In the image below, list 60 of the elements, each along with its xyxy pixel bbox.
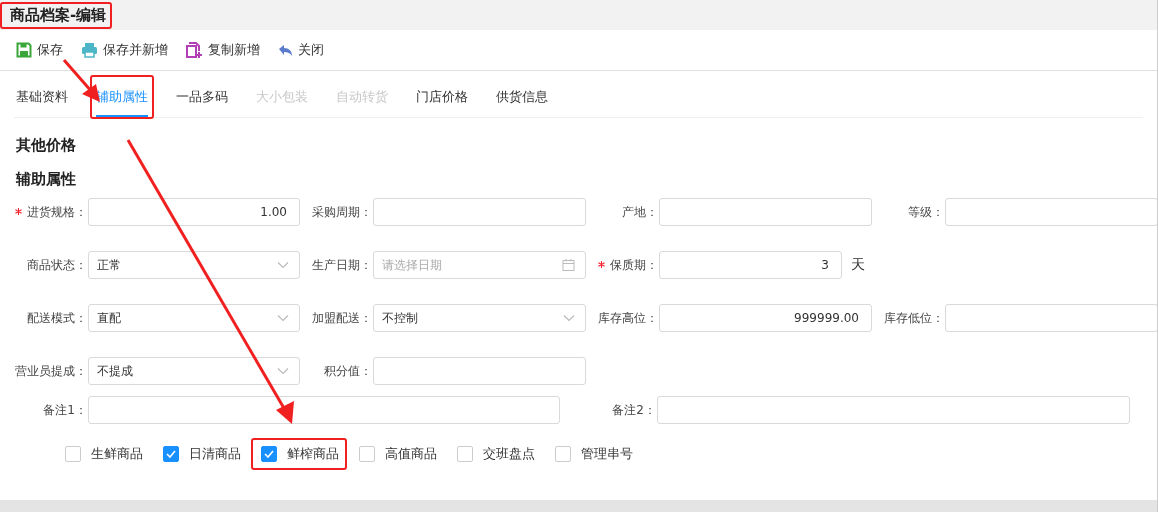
input-field[interactable]: 不控制 bbox=[373, 304, 586, 332]
check-icon bbox=[264, 450, 274, 458]
field-label: 库存高位： bbox=[597, 309, 658, 327]
checkbox[interactable]: 日清商品 bbox=[161, 444, 243, 464]
field-label: 备注2： bbox=[611, 401, 656, 419]
field-label: 积分值： bbox=[323, 362, 372, 380]
input-field[interactable] bbox=[659, 198, 872, 226]
field-label: 生产日期： bbox=[311, 256, 372, 274]
printer-icon bbox=[81, 42, 98, 58]
checkbox[interactable]: 交班盘点 bbox=[455, 444, 537, 464]
field-label: 等级： bbox=[907, 203, 944, 221]
field-label: 配送模式： bbox=[26, 309, 87, 327]
field-label: 营业员提成： bbox=[14, 362, 87, 380]
field-label: 采购周期： bbox=[311, 203, 372, 221]
section-heading: 辅助属性 bbox=[16, 170, 77, 188]
field-label: 备注1： bbox=[42, 401, 87, 419]
field-label: 产地： bbox=[621, 203, 658, 221]
checkbox[interactable]: 高值商品 bbox=[357, 444, 439, 464]
input-field[interactable] bbox=[373, 198, 586, 226]
field-label: 商品状态： bbox=[26, 256, 87, 274]
unit-label: 天 bbox=[851, 256, 865, 274]
chevron-down-icon bbox=[277, 261, 289, 269]
window-title: 商品档案-编辑 bbox=[10, 5, 107, 25]
toolbar-button[interactable]: 保存并新增 bbox=[79, 39, 170, 61]
chevron-down-icon bbox=[277, 314, 289, 322]
required-asterisk-icon bbox=[598, 260, 605, 268]
field-label: 库存低位： bbox=[883, 309, 944, 327]
required-asterisk-icon bbox=[15, 207, 22, 215]
input-field[interactable]: 正常 bbox=[88, 251, 300, 279]
copy-icon bbox=[186, 41, 203, 59]
calendar-icon bbox=[562, 258, 575, 272]
input-field[interactable] bbox=[657, 396, 1130, 424]
field-label: 进货规格： bbox=[0, 203, 87, 221]
tab[interactable]: 供货信息 bbox=[496, 79, 548, 117]
tab[interactable]: 基础资料 bbox=[16, 79, 68, 117]
chevron-down-icon bbox=[277, 367, 289, 375]
toolbar-button[interactable]: 复制新增 bbox=[184, 39, 262, 61]
checkbox[interactable]: 生鲜商品 bbox=[63, 444, 145, 464]
input-field[interactable]: 1.00 bbox=[88, 198, 300, 226]
checkbox[interactable]: 鲜榨商品 bbox=[259, 444, 341, 464]
save-icon bbox=[16, 42, 32, 58]
input-field[interactable]: 不提成 bbox=[88, 357, 300, 385]
check-icon bbox=[166, 450, 176, 458]
input-field[interactable] bbox=[88, 396, 560, 424]
input-field[interactable] bbox=[945, 304, 1157, 332]
input-field[interactable]: 直配 bbox=[88, 304, 300, 332]
chevron-down-icon bbox=[563, 314, 575, 322]
checkbox[interactable]: 管理串号 bbox=[553, 444, 635, 464]
field-label: 加盟配送： bbox=[311, 309, 372, 327]
toolbar-button[interactable]: 关闭 bbox=[276, 39, 326, 61]
input-field[interactable] bbox=[945, 198, 1157, 226]
input-field[interactable]: 999999.00 bbox=[659, 304, 872, 332]
input-field[interactable] bbox=[373, 357, 586, 385]
tab[interactable]: 门店价格 bbox=[416, 79, 468, 117]
tab[interactable]: 一品多码 bbox=[176, 79, 228, 117]
undo-arrow-icon bbox=[278, 43, 293, 57]
input-field[interactable]: 3 bbox=[659, 251, 842, 279]
section-heading: 其他价格 bbox=[16, 136, 77, 154]
field-label: 保质期： bbox=[587, 256, 658, 274]
toolbar-button[interactable]: 保存 bbox=[14, 39, 65, 61]
